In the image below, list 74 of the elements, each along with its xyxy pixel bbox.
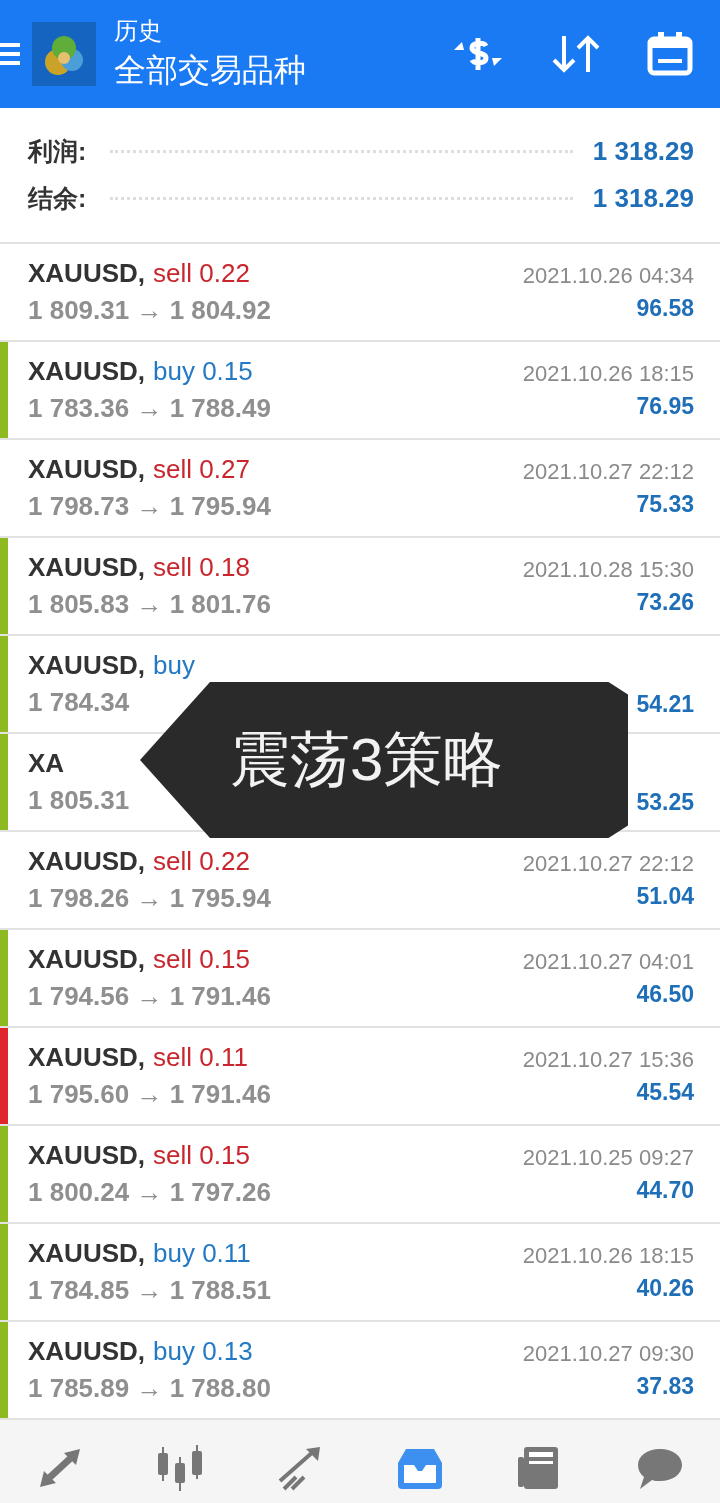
order-text: sell 0.15 (153, 944, 250, 975)
summary-label: 结余: (28, 183, 87, 214)
symbol-text: XAUUSD, (28, 1336, 145, 1367)
profit-value: 44.70 (636, 1176, 694, 1204)
deal-time: 2021.10.26 18:15 (522, 1242, 694, 1269)
symbol-text: XAUUSD, (28, 356, 145, 387)
profit-value: 40.26 (636, 1274, 694, 1302)
profit-value: 75.33 (636, 490, 694, 518)
deal-time: 2021.10.26 04:34 (522, 262, 694, 289)
price-text: 1 794.56 → 1 791.46 (28, 981, 271, 1012)
price-text: 1 785.89 → 1 788.80 (28, 1373, 271, 1404)
order-text: buy 0.13 (153, 1336, 253, 1367)
symbol-text: XAUUSD, (28, 1238, 145, 1269)
order-text: sell 0.11 (153, 1042, 248, 1073)
deal-row[interactable]: XAUUSD, sell 0.15 1 794.56 → 1 791.46 2021.10.27 04:01 46.50 (0, 930, 720, 1028)
profit-value: 37.83 (636, 1372, 694, 1400)
price-text: 1 798.26 → 1 795.94 (28, 883, 271, 914)
deal-time: 2021.10.27 22:12 (522, 850, 694, 877)
deal-row[interactable]: XAUUSD, buy 0.11 1 784.85 → 1 788.51 2021.10.26 18:15 40.26 (0, 1224, 720, 1322)
deal-row[interactable]: XAUUSD, sell 0.11 1 795.60 → 1 791.46 2021.10.27 15:36 45.54 (0, 1028, 720, 1126)
order-text: sell 0.22 (153, 258, 250, 289)
symbol-text: XAUUSD, (28, 1042, 145, 1073)
app-logo-icon (32, 22, 96, 86)
profit-value: 96.58 (636, 294, 694, 322)
deal-row[interactable]: XAUUSD, sell 0.15 1 800.24 → 1 797.26 2021.10.25 09:27 44.70 (0, 1126, 720, 1224)
order-text: buy (153, 650, 195, 681)
symbol-text: XAUUSD, (28, 846, 145, 877)
deal-time: 2021.10.27 22:12 (522, 458, 694, 485)
profit-value: 76.95 (636, 392, 694, 420)
deal-time: 2021.10.27 09:30 (522, 1340, 694, 1367)
profit-value: 46.50 (636, 980, 694, 1008)
deal-time: 2021.10.25 09:27 (522, 1144, 694, 1171)
price-text: 1 809.31 → 1 804.92 (28, 295, 271, 326)
summary-label: 利润: (28, 136, 87, 167)
price-text: 1 784.34 (28, 687, 131, 718)
price-text: 1 798.73 → 1 795.94 (28, 491, 271, 522)
profit-value: 51.04 (636, 882, 694, 910)
screen-title[interactable]: 全部交易品种 (114, 49, 306, 93)
symbol-text: XAUUSD, (28, 552, 145, 583)
summary-value: 1 318.29 (592, 136, 694, 167)
deal-time: 2021.10.28 15:30 (522, 556, 694, 583)
deal-row[interactable]: XAUUSD, sell 0.18 1 805.83 → 1 801.76 2021.10.28 15:30 73.26 (0, 538, 720, 636)
symbol-text: XAUUSD, (28, 650, 145, 681)
price-text: 1 783.36 → 1 788.49 (28, 393, 271, 424)
price-text: 1 784.85 → 1 788.51 (28, 1275, 271, 1306)
deal-row[interactable]: XAUUSD, sell 0.22 1 809.31 → 1 804.92 2021.10.26 04:34 96.58 (0, 244, 720, 342)
price-text: 1 805.31 (28, 785, 130, 816)
screen-subtitle: 历史 (114, 16, 163, 46)
symbol-text: XAUUSD, (28, 258, 145, 289)
symbol-text: XAUUSD, (28, 944, 145, 975)
order-text: buy 0.15 (153, 356, 253, 387)
profit-value: 73.26 (636, 588, 694, 616)
deal-time: 2021.10.27 15:36 (522, 1046, 694, 1073)
price-text: 1 800.24 → 1 797.26 (28, 1177, 271, 1208)
profit-value: 53.25 (636, 789, 694, 816)
profit-value: 54.21 (636, 691, 694, 718)
order-text: buy 0.11 (153, 1238, 251, 1269)
deal-row[interactable]: XAUUSD, buy 0.15 1 783.36 → 1 788.49 2021.10.26 18:15 76.95 (0, 342, 720, 440)
price-text: 1 795.60 → 1 791.46 (28, 1079, 271, 1110)
order-text: sell 0.18 (153, 552, 250, 583)
order-text: sell 0.27 (153, 454, 250, 485)
symbol-text: XA (28, 748, 65, 779)
price-text: 1 805.83 → 1 801.76 (28, 589, 271, 620)
order-text: sell 0.15 (153, 1140, 250, 1171)
deal-row[interactable]: XAUUSD, sell 0.27 1 798.73 → 1 795.94 2021.10.27 22:12 75.33 (0, 440, 720, 538)
symbol-text: XAUUSD, (28, 454, 145, 485)
symbol-text: XAUUSD, (28, 1140, 145, 1171)
deal-time: 2021.10.26 18:15 (522, 360, 694, 387)
strategy-tooltip: 震荡3策略 (140, 682, 628, 838)
order-text: sell 0.22 (153, 846, 250, 877)
profit-value: 45.54 (636, 1078, 694, 1106)
calendar-icon[interactable] (646, 31, 694, 77)
deal-time: 2021.10.27 04:01 (522, 948, 694, 975)
summary-value: 1 318.29 (592, 183, 694, 214)
